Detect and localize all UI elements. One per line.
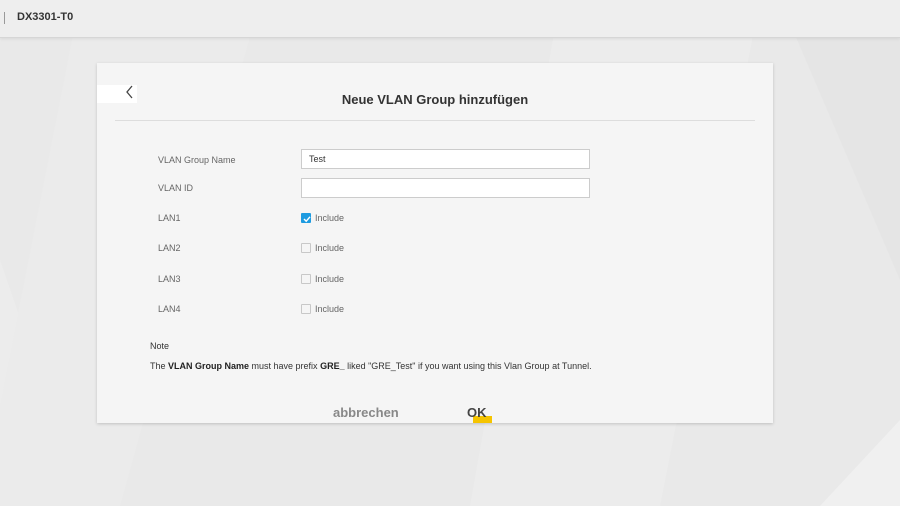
- ok-button[interactable]: OK: [467, 405, 493, 423]
- note-title: Note: [150, 341, 170, 351]
- ok-button-label: OK: [467, 405, 487, 420]
- top-bar: DX3301-T0: [0, 0, 900, 38]
- checkmark-icon: [303, 216, 311, 223]
- add-vlan-group-dialog: Neue VLAN Group hinzufügen VLAN Group Na…: [97, 63, 773, 423]
- lan2-include-label: Include: [315, 243, 345, 253]
- note-text-part: liked "GRE_Test" if you want using this …: [344, 361, 592, 371]
- device-name: DX3301-T0: [17, 11, 74, 23]
- title-divider: [115, 120, 755, 121]
- lan1-include-checkbox[interactable]: [301, 213, 311, 223]
- lan3-include-checkbox[interactable]: [301, 274, 311, 284]
- lan2-label: LAN2: [158, 243, 181, 253]
- vlan-group-name-label: VLAN Group Name: [158, 155, 236, 165]
- vlan-id-input[interactable]: [301, 178, 590, 198]
- note-text: The VLAN Group Name must have prefix GRE…: [150, 361, 592, 371]
- note-bold-group-name: VLAN Group Name: [168, 361, 250, 371]
- vlan-group-name-input[interactable]: [301, 149, 590, 169]
- dialog-title: Neue VLAN Group hinzufügen: [341, 92, 529, 107]
- lan4-label: LAN4: [158, 304, 181, 314]
- lan3-label: LAN3: [158, 274, 181, 284]
- lan1-label: LAN1: [158, 213, 181, 223]
- lan4-include-checkbox[interactable]: [301, 304, 311, 314]
- vlan-id-label: VLAN ID: [158, 183, 194, 193]
- menu-divider: [4, 12, 5, 24]
- note-bold-prefix: GRE_: [320, 361, 345, 371]
- note-text-part: The: [150, 361, 169, 371]
- lan4-include-label: Include: [315, 304, 345, 314]
- lan2-include-checkbox[interactable]: [301, 243, 311, 253]
- lan1-include-label: Include: [315, 213, 345, 223]
- note-text-part: must have prefix: [249, 361, 321, 371]
- lan3-include-label: Include: [315, 274, 345, 284]
- cancel-button[interactable]: abbrechen: [333, 405, 399, 420]
